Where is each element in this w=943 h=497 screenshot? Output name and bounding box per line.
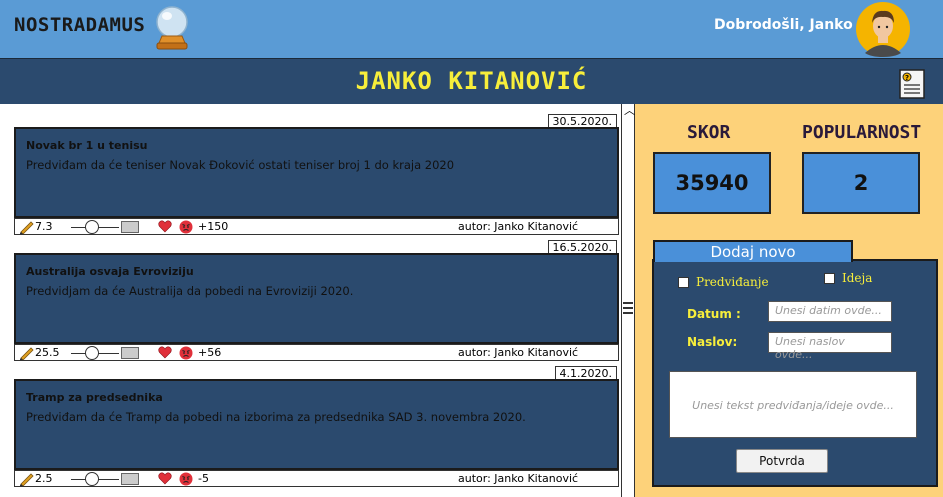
prediction-feed: 30.5.2020. Novak br 1 u tenisu Predviđam… [0, 104, 621, 497]
scroll-up-arrow-icon[interactable]: ︿ [624, 105, 635, 116]
post-footer: 7.3 +150 autor: Janko Kitanović [14, 218, 619, 235]
post-author[interactable]: autor: Janko Kitanović [458, 346, 578, 359]
top-bar: NOSTRADAMUS Dobrodošli, Janko [0, 0, 943, 58]
pencil-icon [20, 473, 34, 486]
crystal-ball-icon [156, 6, 188, 50]
angry-face-icon[interactable] [179, 472, 193, 486]
rating-submit-button[interactable] [121, 347, 139, 359]
angry-face-icon[interactable] [179, 346, 193, 360]
post-date: 16.5.2020. [547, 240, 617, 254]
angry-face-icon[interactable] [179, 220, 193, 234]
post-text: Predvidjam da će Australija da pobedi na… [26, 284, 354, 298]
rating-submit-button[interactable] [121, 473, 139, 485]
title-input[interactable]: Unesi naslov ovde... [768, 332, 892, 361]
post-card[interactable]: 16.5.2020. Australija osvaja Evroviziju … [14, 240, 619, 361]
svg-text:?: ? [905, 74, 909, 82]
rating-submit-button[interactable] [121, 221, 139, 233]
pencil-icon [20, 221, 34, 234]
post-author[interactable]: autor: Janko Kitanović [458, 220, 578, 233]
post-rating: 2.5 [35, 472, 53, 485]
rating-slider-knob[interactable] [85, 472, 99, 486]
idea-checkbox-label: Ideja [842, 271, 873, 285]
post-card[interactable]: 4.1.2020. Tramp za predsednika Predviđam… [14, 366, 619, 487]
post-text: Predviđam da će teniser Novak Đoković os… [26, 158, 455, 172]
post-date: 4.1.2020. [554, 366, 617, 380]
post-footer: 2.5 -5 autor: Janko Kitanović [14, 470, 619, 487]
skor-label: SKOR [687, 122, 731, 143]
text-input[interactable]: Unesi tekst predviđanja/ideje ovde... [669, 371, 917, 438]
add-new-tab[interactable]: Dodaj novo [653, 240, 853, 262]
heart-icon[interactable] [158, 472, 172, 485]
post-text: Predviđam da će Tramp da pobedi na izbor… [26, 410, 526, 424]
rating-slider-knob[interactable] [85, 346, 99, 360]
add-new-panel: Predviđanje Ideja Datum : Unesi datim ov… [652, 259, 938, 487]
post-card[interactable]: 30.5.2020. Novak br 1 u tenisu Predviđam… [14, 114, 619, 235]
post-score: +150 [198, 220, 229, 233]
post-rating: 25.5 [35, 346, 60, 359]
date-label: Datum : [687, 307, 741, 321]
prediction-checkbox[interactable] [678, 277, 689, 288]
post-body[interactable]: Novak br 1 u tenisu Predviđam da će teni… [14, 127, 619, 218]
confirm-button[interactable]: Potvrda [736, 449, 828, 473]
post-score: +56 [198, 346, 222, 359]
rating-slider-knob[interactable] [85, 220, 99, 234]
skor-value: 35940 [653, 152, 771, 214]
scroll-handle[interactable] [623, 299, 633, 321]
post-title: Novak br 1 u tenisu [26, 139, 148, 152]
welcome-text: Dobrodošli, Janko [714, 17, 853, 33]
prediction-checkbox-label: Predviđanje [696, 275, 769, 289]
document-icon[interactable]: ? [899, 69, 925, 99]
heart-icon[interactable] [158, 220, 172, 233]
title-label: Naslov: [687, 335, 738, 349]
post-rating: 7.3 [35, 220, 53, 233]
pencil-icon [20, 347, 34, 360]
avatar-icon[interactable] [855, 1, 911, 57]
idea-checkbox[interactable] [824, 273, 835, 284]
page-title: JANKO KITANOVIĆ [355, 67, 588, 95]
popularnost-label: POPULARNOST [802, 122, 922, 143]
post-body[interactable]: Australija osvaja Evroviziju Predvidjam … [14, 253, 619, 344]
post-footer: 25.5 +56 autor: Janko Kitanović [14, 344, 619, 361]
post-body[interactable]: Tramp za predsednika Predviđam da će Tra… [14, 379, 619, 470]
post-title: Tramp za predsednika [26, 391, 163, 404]
app-logo[interactable]: NOSTRADAMUS [14, 14, 145, 36]
post-title: Australija osvaja Evroviziju [26, 265, 194, 278]
heart-icon[interactable] [158, 346, 172, 359]
title-bar: JANKO KITANOVIĆ ? [0, 58, 943, 104]
post-score: -5 [198, 472, 209, 485]
post-date: 30.5.2020. [547, 114, 617, 128]
popularnost-value: 2 [802, 152, 920, 214]
feed-scrollbar[interactable]: ︿ [621, 104, 635, 497]
post-author[interactable]: autor: Janko Kitanović [458, 472, 578, 485]
profile-sidebar: SKOR POPULARNOST 35940 2 Dodaj novo Pred… [635, 104, 943, 497]
date-input[interactable]: Unesi datim ovde... [768, 301, 892, 322]
